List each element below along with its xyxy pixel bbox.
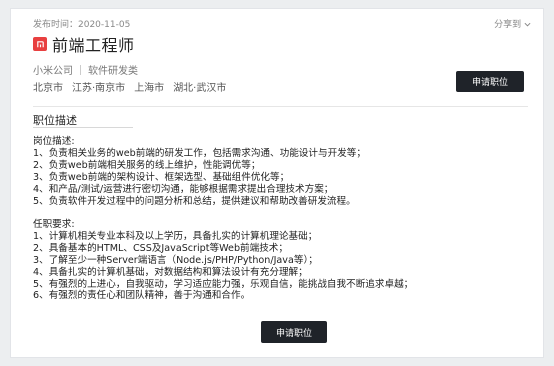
requirements-block: 任职要求: 1、计算机相关专业本科及以上学历，具备扎实的计算机理论基础； 2、具… xyxy=(33,219,413,302)
requirement-item: 1、计算机相关专业本科及以上学历，具备扎实的计算机理论基础； xyxy=(33,230,318,242)
job-card: 发布时间：2020-11-05 分享到 前端工程师 小米公司 软件研发类 北京市… xyxy=(10,8,544,358)
apply-button-top[interactable]: 申请职位 xyxy=(456,71,524,92)
location-item: 北京市 xyxy=(33,83,63,94)
header-divider xyxy=(33,106,528,107)
requirement-item: 2、具备基本的HTML、CSS及JavaScript等Web前端技术； xyxy=(33,242,288,254)
job-title: 前端工程师 xyxy=(52,36,135,55)
job-meta: 小米公司 软件研发类 xyxy=(33,62,138,77)
requirement-item: 5、有强烈的上进心，自我驱动，学习适应能力强，乐观自信，能挑战自我不断追求卓越； xyxy=(33,278,414,290)
requirements-heading: 任职要求: xyxy=(33,219,75,230)
chevron-down-icon xyxy=(524,20,531,30)
share-label: 分享到 xyxy=(494,20,522,30)
apply-button-bottom[interactable]: 申请职位 xyxy=(261,321,327,343)
publish-time: 发布时间：2020-11-05 xyxy=(33,20,131,30)
requirement-item: 3、了解至少一种Server端语言（Node.js/PHP/Python/Jav… xyxy=(33,254,318,266)
duty-item: 4、和产品/测试/运营进行密切沟通，能够根据需求提出合理技术方案； xyxy=(33,183,334,195)
location-item: 上海市 xyxy=(134,83,165,94)
requirement-item: 4、具备扎实的计算机基础，对数据结构和算法设计有充分理解； xyxy=(33,266,308,278)
section-title: 职位描述 xyxy=(33,114,77,127)
job-category: 软件研发类 xyxy=(88,66,138,77)
requirement-item: 6、有强烈的责任心和团队精神，善于沟通和合作。 xyxy=(33,290,251,302)
duty-item: 2、负责web前端相关服务的线上维护，性能调优等； xyxy=(33,159,261,171)
duty-item: 3、负责web前端的架构设计、框架选型、基础组件优化等； xyxy=(33,171,290,183)
section-underline xyxy=(33,127,133,128)
share-dropdown[interactable]: 分享到 xyxy=(494,17,531,30)
duty-item: 5、负责软件开发过程中的问题分析和总结，提供建议和帮助改善研发流程。 xyxy=(33,195,356,207)
location-item: 湖北·武汉市 xyxy=(173,83,227,94)
company-name: 小米公司 xyxy=(33,66,73,77)
location-item: 江苏·南京市 xyxy=(72,83,126,94)
duties-block: 岗位描述: 1、负责相关业务的web前端的研发工作，包括需求沟通、功能设计与开发… xyxy=(33,136,366,207)
company-logo-icon xyxy=(33,37,47,51)
job-title-row: 前端工程师 xyxy=(33,32,135,56)
job-locations: 北京市 江苏·南京市 上海市 湖北·武汉市 xyxy=(33,79,226,94)
duties-heading: 岗位描述: xyxy=(33,136,75,147)
meta-divider xyxy=(80,64,81,75)
duty-item: 1、负责相关业务的web前端的研发工作，包括需求沟通、功能设计与开发等； xyxy=(33,147,366,159)
